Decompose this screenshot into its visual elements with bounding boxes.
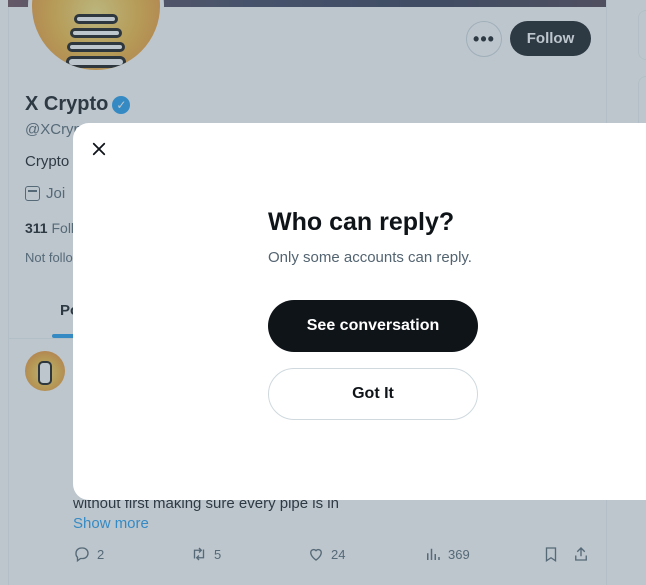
dialog-subtitle: Only some accounts can reply. [268, 249, 472, 266]
close-button[interactable] [85, 135, 113, 163]
see-conversation-button[interactable]: See conversation [268, 300, 478, 352]
dialog-title: Who can reply? [268, 208, 455, 236]
close-icon [92, 142, 106, 156]
got-it-button[interactable]: Got It [268, 368, 478, 420]
who-can-reply-dialog: Who can reply? Only some accounts can re… [73, 123, 646, 500]
